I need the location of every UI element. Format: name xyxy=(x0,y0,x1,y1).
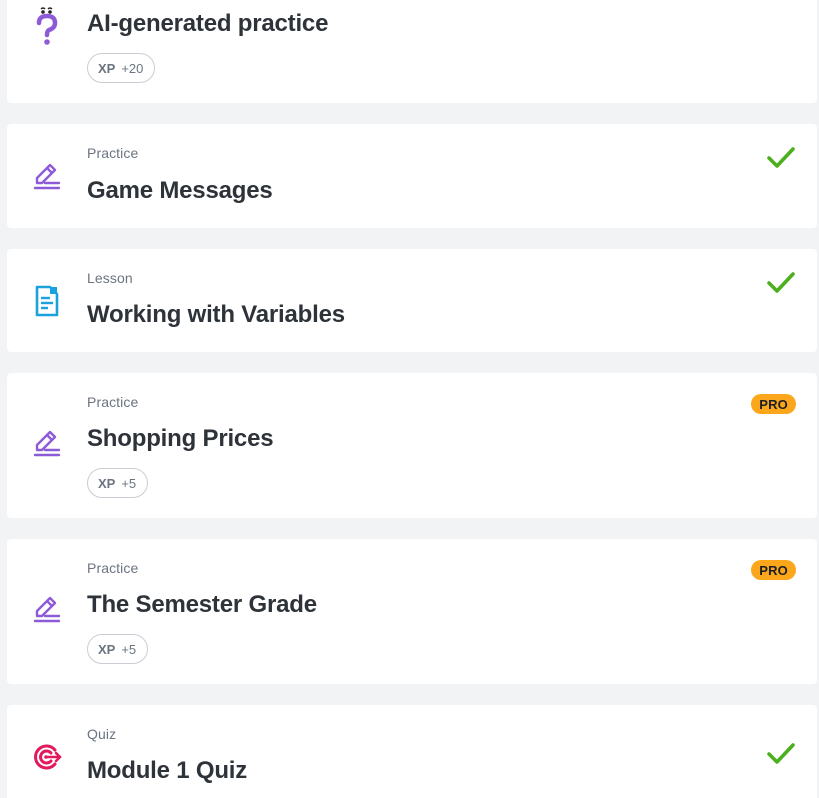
item-title: Shopping Prices xyxy=(87,425,274,452)
check-icon xyxy=(767,272,795,293)
item-title: Module 1 Quiz xyxy=(87,757,248,784)
xp-label: XP xyxy=(98,60,116,76)
item-kind: Practice xyxy=(87,560,139,576)
xp-value: +20 xyxy=(121,60,144,76)
document-icon xyxy=(31,285,63,317)
list-item-working-with-variables[interactable]: Lesson Working with Variables xyxy=(7,249,817,352)
item-kind: Practice xyxy=(87,145,139,161)
pencil-icon xyxy=(31,427,63,459)
item-kind: Quiz xyxy=(87,726,117,742)
list-item-the-semester-grade[interactable]: Practice The Semester Grade XP +5 PRO xyxy=(7,539,817,684)
pencil-icon xyxy=(31,593,63,625)
item-title: The Semester Grade xyxy=(87,591,317,618)
question-mark-icon xyxy=(31,7,63,45)
xp-value: +5 xyxy=(121,475,137,491)
item-title: Working with Variables xyxy=(87,301,345,328)
xp-badge: XP +20 xyxy=(87,53,156,83)
target-icon xyxy=(31,741,63,773)
list-item-ai-generated-practice[interactable]: AI-generated practice XP +20 xyxy=(7,0,817,103)
check-icon xyxy=(767,743,795,764)
xp-badge: XP +5 xyxy=(87,468,149,498)
check-icon xyxy=(767,147,795,168)
list-item-game-messages[interactable]: Practice Game Messages xyxy=(7,124,817,228)
xp-value: +5 xyxy=(121,641,137,657)
xp-label: XP xyxy=(98,641,116,657)
item-kind: Lesson xyxy=(87,270,133,286)
item-kind: Practice xyxy=(87,394,139,410)
pencil-icon xyxy=(31,160,63,192)
xp-badge: XP +5 xyxy=(87,634,149,664)
item-title: AI-generated practice xyxy=(87,10,329,37)
item-title: Game Messages xyxy=(87,177,273,204)
xp-label: XP xyxy=(98,475,116,491)
list-item-shopping-prices[interactable]: Practice Shopping Prices XP +5 PRO xyxy=(7,373,817,518)
pro-badge: PRO xyxy=(751,560,796,580)
pro-badge: PRO xyxy=(751,394,796,414)
list-item-module-1-quiz[interactable]: Quiz Module 1 Quiz xyxy=(7,705,817,798)
